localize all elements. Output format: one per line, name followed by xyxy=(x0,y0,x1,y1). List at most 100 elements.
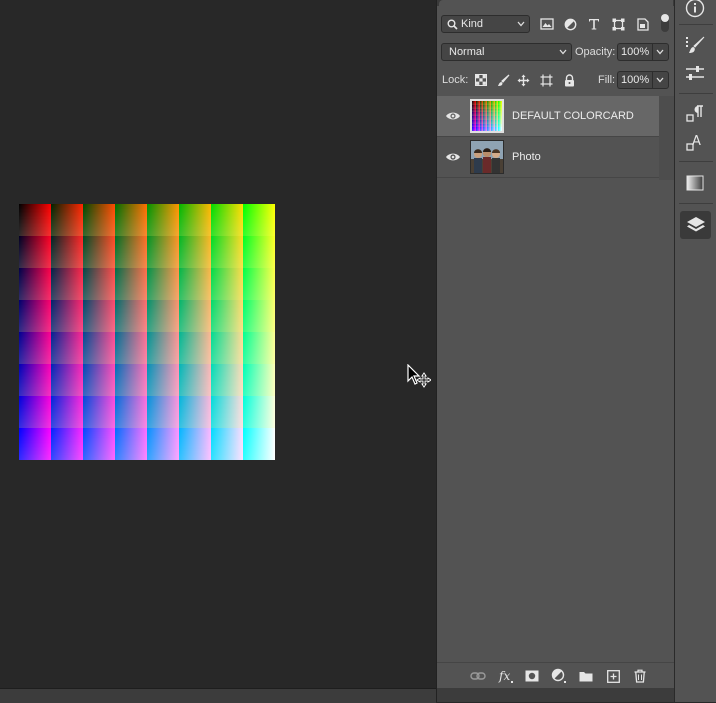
opacity-input[interactable]: 100% xyxy=(617,43,652,61)
colorcard-tile xyxy=(147,332,179,364)
colorcard-tile xyxy=(19,236,51,268)
paragraph-icon[interactable] xyxy=(684,103,706,125)
panel-bottom-bar xyxy=(437,688,674,702)
opacity-value: 100% xyxy=(621,46,650,58)
colorcard-tile xyxy=(51,268,83,300)
colorcard-tile xyxy=(243,268,275,300)
fill-input[interactable]: 100% xyxy=(617,71,652,89)
filter-kind-label: Kind xyxy=(461,18,484,30)
layer-thumbnail xyxy=(470,140,504,174)
colorcard-tile xyxy=(147,204,179,236)
colorcard-tile xyxy=(179,364,211,396)
colorcard-tile xyxy=(19,204,51,236)
svg-text:fx: fx xyxy=(498,669,510,683)
colorcard-tile xyxy=(51,364,83,396)
colorcard-tile xyxy=(83,428,115,460)
colorcard-image xyxy=(19,204,275,460)
lock-artboard-icon[interactable] xyxy=(538,72,554,88)
colorcard-tile xyxy=(51,396,83,428)
colorcard-tile xyxy=(51,236,83,268)
colorcard-tile xyxy=(115,332,147,364)
colorcard-tile xyxy=(243,300,275,332)
move-cursor-icon xyxy=(405,364,431,390)
chevron-down-icon xyxy=(656,75,664,85)
eye-icon[interactable] xyxy=(445,150,461,164)
fx-icon[interactable]: fx xyxy=(498,668,514,684)
dock-separator xyxy=(679,161,713,162)
lock-label: Lock: xyxy=(442,74,469,86)
layer-row-photo[interactable]: Photo xyxy=(437,137,659,178)
brush-settings-icon[interactable] xyxy=(684,34,706,56)
mask-icon[interactable] xyxy=(524,668,540,684)
colorcard-tile xyxy=(211,364,243,396)
colorcard-tile xyxy=(115,236,147,268)
layers-scrollbar[interactable] xyxy=(659,96,674,180)
gradient-icon[interactable] xyxy=(684,172,706,194)
colorcard-tile xyxy=(243,204,275,236)
eye-icon[interactable] xyxy=(445,109,461,123)
canvas-status-bar xyxy=(0,688,436,703)
colorcard-tile xyxy=(179,204,211,236)
filter-toggle-switch[interactable] xyxy=(661,14,669,32)
lock-image-pixels-icon[interactable] xyxy=(495,72,511,88)
smart-object-filter-icon[interactable] xyxy=(635,16,651,32)
lock-transparent-pixels-icon[interactable] xyxy=(473,72,489,88)
filter-kind-select[interactable]: Kind xyxy=(441,15,530,33)
colorcard-tile xyxy=(211,236,243,268)
new-layer-icon[interactable] xyxy=(605,668,621,684)
colorcard-tile xyxy=(83,332,115,364)
type-filter-icon[interactable] xyxy=(586,16,602,32)
colorcard-tile xyxy=(51,204,83,236)
adjustment-layer-icon[interactable] xyxy=(551,668,567,684)
fill-dropdown-button[interactable] xyxy=(652,71,669,89)
colorcard-tile xyxy=(115,428,147,460)
colorcard-tile xyxy=(115,396,147,428)
colorcard-tile xyxy=(19,332,51,364)
colorcard-tile xyxy=(243,236,275,268)
colorcard-tile xyxy=(83,204,115,236)
layer-row-default-colorcard[interactable]: DEFAULT COLORCARD xyxy=(437,96,659,137)
layer-filter-row: Kind xyxy=(437,13,674,35)
group-folder-icon[interactable] xyxy=(578,668,594,684)
layers-panel: Kind Normal Opacity: 100% Lock: Fill: 10… xyxy=(436,0,674,702)
colorcard-tile xyxy=(179,396,211,428)
lock-position-icon[interactable] xyxy=(515,72,531,88)
colorcard-tile xyxy=(19,364,51,396)
colorcard-tile xyxy=(147,236,179,268)
fill-value: 100% xyxy=(621,74,650,86)
properties-sliders-icon[interactable] xyxy=(684,62,706,84)
layers-panel-button[interactable] xyxy=(680,211,711,239)
colorcard-tile xyxy=(83,364,115,396)
layer-name: Photo xyxy=(512,151,541,163)
colorcard-tile xyxy=(83,396,115,428)
colorcard-tile xyxy=(83,236,115,268)
link-icon[interactable] xyxy=(470,668,486,684)
character-icon[interactable]: A xyxy=(684,131,706,153)
colorcard-tile xyxy=(147,364,179,396)
dock-separator xyxy=(679,93,713,94)
colorcard-tile xyxy=(243,364,275,396)
lock-row: Lock: Fill: 100% xyxy=(437,70,674,90)
colorcard-tile xyxy=(115,268,147,300)
trash-icon[interactable] xyxy=(632,668,648,684)
layers-list: DEFAULT COLORCARD Photo xyxy=(437,96,659,180)
adjustment-filter-icon[interactable] xyxy=(562,16,578,32)
colorcard-tile xyxy=(211,396,243,428)
opacity-dropdown-button[interactable] xyxy=(652,43,669,61)
info-icon[interactable] xyxy=(684,0,706,19)
blend-mode-select[interactable]: Normal xyxy=(441,43,572,61)
colorcard-tile xyxy=(83,300,115,332)
colorcard-tile xyxy=(115,364,147,396)
document-canvas[interactable] xyxy=(0,0,436,688)
colorcard-tile xyxy=(19,396,51,428)
search-icon xyxy=(447,19,458,30)
image-filter-icon[interactable] xyxy=(539,16,555,32)
lock-all-icon[interactable] xyxy=(561,72,577,88)
colorcard-tile xyxy=(147,300,179,332)
colorcard-tile xyxy=(51,300,83,332)
shape-filter-icon[interactable] xyxy=(610,16,626,32)
colorcard-tile xyxy=(179,300,211,332)
colorcard-tile xyxy=(51,428,83,460)
dock-separator xyxy=(679,203,713,204)
colorcard-tile xyxy=(179,236,211,268)
